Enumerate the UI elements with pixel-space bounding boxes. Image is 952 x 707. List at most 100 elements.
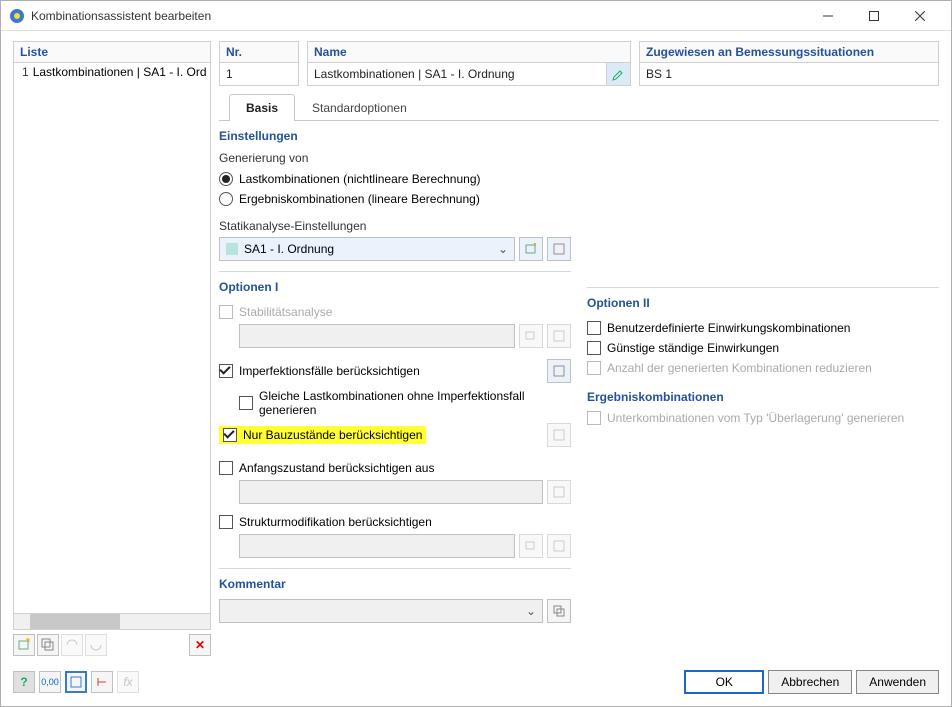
delete-button[interactable]: ✕ [189,634,211,656]
edit-icon [612,67,626,81]
radio-ergebniskombination[interactable]: Ergebniskombinationen (lineare Berechnun… [219,189,571,209]
same-combo-check[interactable]: Gleiche Lastkombinationen ohne Imperfekt… [239,386,571,420]
static-analysis-combo[interactable]: SA1 - I. Ordnung ⌄ [219,237,515,261]
left-column: Einstellungen Generierung von Lastkombin… [219,129,571,656]
bs-field-group: Zugewiesen an Bemessungssituationen BS 1 [639,41,939,86]
tab-standard[interactable]: Standardoptionen [295,94,424,121]
apply-button[interactable]: Anwenden [856,670,939,694]
checkbox-icon [219,461,233,475]
main-area: Liste 1 Lastkombinationen | SA1 - I. Ord… [13,41,939,656]
left-toolbar: ✕ [13,634,211,656]
copy-item-button[interactable] [37,634,59,656]
name-field-group: Name Lastkombinationen | SA1 - I. Ordnun… [307,41,631,86]
comment-detail-button[interactable] [547,599,571,623]
check-label: Unterkombinationen vom Typ 'Überlagerung… [607,411,904,425]
nr-field-group: Nr. 1 [219,41,299,86]
help-button[interactable]: ? [13,671,35,693]
checkbox-icon [587,411,601,425]
initial-check[interactable]: Anfangszustand berücksichtigen aus [219,458,571,478]
check-label: Benutzerdefinierte Einwirkungskombinatio… [607,321,850,335]
left-panel: Liste 1 Lastkombinationen | SA1 - I. Ord… [13,41,211,656]
maximize-button[interactable] [851,1,897,31]
view-button[interactable] [65,671,87,693]
radio-icon [219,192,233,206]
list-box[interactable]: 1 Lastkombinationen | SA1 - I. Ord [13,62,211,614]
right-column: Optionen II Benutzerdefinierte Einwirkun… [587,129,939,656]
ok-button[interactable]: OK [684,670,764,694]
check-label: Gleiche Lastkombinationen ohne Imperfekt… [259,389,571,417]
favorable-check[interactable]: Günstige ständige Einwirkungen [587,338,939,358]
function-button[interactable]: fx [117,671,139,693]
stability-combo [239,324,515,348]
tree-button[interactable] [91,671,113,693]
new-item-button[interactable] [13,634,35,656]
user-combo-check[interactable]: Benutzerdefinierte Einwirkungskombinatio… [587,318,939,338]
subcombo-check: Unterkombinationen vom Typ 'Überlagerung… [587,408,939,428]
right-panel: Nr. 1 Name Lastkombinationen | SA1 - I. … [219,41,939,656]
bauzustande-highlight: Nur Bauzustände berücksichtigen [219,426,426,444]
name-input[interactable]: Lastkombinationen | SA1 - I. Ordnung [308,63,606,85]
nr-input[interactable]: 1 [220,63,298,85]
check-label: Stabilitätsanalyse [239,305,332,319]
checkbox-icon [239,396,253,410]
cancel-button[interactable]: Abbrechen [768,670,852,694]
checkbox-icon [219,364,233,378]
comment-combo[interactable]: ⌄ [219,599,543,623]
bottom-bar: ? 0,00 fx OK Abbrechen Anwenden [13,670,939,694]
radio-lastkombination[interactable]: Lastkombinationen (nichtlineare Berechnu… [219,169,571,189]
nr-label: Nr. [219,41,299,62]
name-label: Name [307,41,631,62]
units-button[interactable]: 0,00 [39,671,61,693]
initial-combo [239,480,543,504]
options1-group: Optionen I Stabilitätsanalyse [219,280,571,558]
exclude-button[interactable] [85,634,107,656]
bauzustande-row: Nur Bauzustände berücksichtigen [219,420,571,450]
bauzustande-edit-button[interactable] [547,423,571,447]
comment-group: Kommentar ⌄ [219,577,571,623]
checkbox-icon[interactable] [223,428,237,442]
check-label: Günstige ständige Einwirkungen [607,341,779,355]
check-label: Anzahl der generierten Kombinationen red… [607,361,872,375]
horizontal-scrollbar[interactable] [13,614,211,630]
imperfection-edit-button[interactable] [547,359,571,383]
structmod-combo [239,534,515,558]
imperfection-check[interactable]: Imperfektionsfälle berücksichtigen [219,356,571,386]
tab-basis[interactable]: Basis [229,94,295,121]
structmod-combo-row [239,534,571,558]
options2-group: Optionen II Benutzerdefinierte Einwirkun… [587,296,939,428]
top-fields: Nr. 1 Name Lastkombinationen | SA1 - I. … [219,41,939,86]
radio-label: Lastkombinationen (nichtlineare Berechnu… [239,172,480,186]
toolbar-spacer [109,634,187,656]
static-new-button[interactable] [519,237,543,261]
settings-title: Einstellungen [219,129,571,143]
list-item-label: Lastkombinationen | SA1 - I. Ord [33,65,207,79]
list-item-number: 1 [22,65,29,79]
static-label: Statikanalyse-Einstellungen [219,219,571,233]
stability-new-button [519,324,543,348]
scrollbar-thumb[interactable] [30,614,120,629]
close-button[interactable] [897,1,943,31]
static-combo-row: SA1 - I. Ordnung ⌄ [219,237,571,261]
radio-icon [219,172,233,186]
dialog-window: Kombinationsassistent bearbeiten Liste 1… [0,0,952,707]
radio-label: Ergebniskombinationen (lineare Berechnun… [239,192,480,206]
comment-title: Kommentar [219,577,571,591]
options2-title: Optionen II [587,296,939,310]
structmod-new-button [519,534,543,558]
check-label: Nur Bauzustände berücksichtigen [243,428,422,442]
list-item[interactable]: 1 Lastkombinationen | SA1 - I. Ord [14,63,210,81]
stability-edit-button [547,324,571,348]
check-label: Anfangszustand berücksichtigen aus [239,461,434,475]
minimize-button[interactable] [805,1,851,31]
chevron-down-icon: ⌄ [498,242,508,256]
check-label: Imperfektionsfälle berücksichtigen [239,364,420,378]
static-edit-button[interactable] [547,237,571,261]
checkbox-icon [587,341,601,355]
stability-check: Stabilitätsanalyse [219,302,571,322]
structmod-check[interactable]: Strukturmodifikation berücksichtigen [219,512,571,532]
titlebar: Kombinationsassistent bearbeiten [1,1,951,31]
checkbox-icon [219,515,233,529]
include-button[interactable] [61,634,83,656]
name-edit-button[interactable] [606,63,630,85]
bs-input[interactable]: BS 1 [640,63,938,85]
